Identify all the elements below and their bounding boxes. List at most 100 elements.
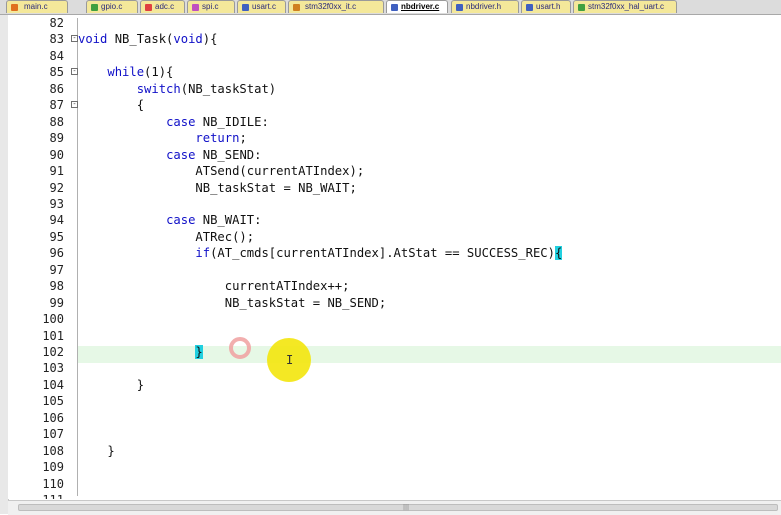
file-icon	[145, 4, 152, 11]
code-line[interactable]: 84	[8, 48, 781, 64]
code-text: ATSend(currentATIndex);	[78, 164, 365, 179]
line-number: 90	[49, 147, 64, 162]
line-number: 86	[49, 81, 64, 96]
code-text: NB_taskStat = NB_WAIT;	[78, 180, 357, 195]
horizontal-scrollbar[interactable]: |||	[8, 500, 781, 515]
code-line[interactable]: 100	[8, 311, 781, 327]
line-number: 83	[49, 32, 64, 47]
tab-usart-h[interactable]: usart.h	[521, 0, 571, 13]
line-number: 91	[49, 164, 64, 179]
text-cursor-icon: I	[286, 353, 294, 367]
code-line[interactable]: 99 NB_taskStat = NB_SEND;	[8, 295, 781, 311]
file-icon	[391, 4, 398, 11]
tab-label: stm32f0xx_it.c	[305, 2, 357, 11]
code-text: }	[78, 377, 145, 392]
code-text: }	[78, 344, 203, 360]
line-number: 99	[49, 295, 64, 310]
code-line[interactable]: 111	[8, 492, 781, 499]
tab-label: usart.c	[252, 2, 277, 11]
code-line[interactable]: 85- while(1){	[8, 64, 781, 80]
click-indicator-icon	[229, 337, 251, 359]
fold-toggle-icon[interactable]: -	[71, 35, 78, 43]
file-icon	[11, 4, 18, 11]
code-line[interactable]: 86 switch(NB_taskStat)	[8, 81, 781, 97]
fold-toggle-icon[interactable]: -	[71, 101, 78, 109]
tab-stm32f0xx-hal-uart-c[interactable]: stm32f0xx_hal_uart.c	[573, 0, 677, 13]
code-line[interactable]: 98 currentATIndex++;	[8, 278, 781, 294]
code-line[interactable]: 93	[8, 196, 781, 212]
code-line[interactable]: 95 ATRec();	[8, 229, 781, 245]
tab-label: usart.h	[536, 2, 561, 11]
line-number: 108	[42, 443, 64, 458]
tab-main-c[interactable]: main.c	[6, 0, 68, 13]
line-number: 96	[49, 246, 64, 261]
code-line[interactable]: 101	[8, 328, 781, 344]
line-number: 102	[42, 345, 64, 359]
tab-stm32f0xx-it-c[interactable]: stm32f0xx_it.c	[288, 0, 384, 13]
tab-usart-c[interactable]: usart.c	[237, 0, 286, 13]
tab-label: adc.c	[155, 2, 175, 11]
line-number: 105	[42, 394, 64, 409]
code-line[interactable]: 87- {	[8, 97, 781, 113]
line-number: 95	[49, 229, 64, 244]
line-number: 84	[49, 48, 64, 63]
code-text: case NB_IDILE:	[166, 114, 269, 129]
file-icon	[456, 4, 463, 11]
scrollbar-grip-icon: |||	[403, 504, 410, 511]
code-line[interactable]: 92 NB_taskStat = NB_WAIT;	[8, 180, 781, 196]
code-line[interactable]: 110	[8, 476, 781, 492]
line-number: 89	[49, 131, 64, 146]
tab-label: nbdriver.h	[466, 2, 502, 11]
fold-toggle-icon[interactable]: -	[71, 68, 78, 76]
tab-gpio-c[interactable]: gpio.c	[86, 0, 138, 13]
tab-spi-c[interactable]: spi.c	[187, 0, 235, 13]
line-number: 106	[42, 410, 64, 425]
line-number: 85	[49, 65, 64, 80]
code-line[interactable]: 91 ATSend(currentATIndex);	[8, 163, 781, 179]
code-line[interactable]: 106	[8, 410, 781, 426]
line-number: 98	[49, 279, 64, 294]
code-text: case NB_WAIT:	[166, 213, 262, 228]
matched-brace: }	[195, 345, 203, 359]
line-number: 88	[49, 114, 64, 129]
code-text: switch(NB_taskStat)	[136, 81, 277, 96]
tab-adc-c[interactable]: adc.c	[140, 0, 185, 13]
code-line[interactable]: 97	[8, 262, 781, 278]
code-line[interactable]: 103	[8, 360, 781, 376]
code-line[interactable]: 104 }	[8, 377, 781, 393]
file-icon	[91, 4, 98, 11]
code-line[interactable]: 82	[8, 15, 781, 31]
file-icon	[242, 4, 249, 11]
line-number: 110	[42, 476, 64, 491]
code-line[interactable]: 83- void NB_Task(void){	[8, 31, 781, 47]
tab-nbdriver-c[interactable]: nbdriver.c	[386, 0, 448, 13]
code-text: if(AT_cmds[currentATIndex].AtStat == SUC…	[195, 246, 563, 261]
line-number: 93	[49, 196, 64, 211]
file-tab-bar: main.c gpio.c adc.c spi.c usart.c stm32f0xx_i…	[0, 0, 781, 15]
code-line[interactable]: 89 return;	[8, 130, 781, 146]
code-line[interactable]: 108 }	[8, 443, 781, 459]
line-number: 103	[42, 361, 64, 376]
matched-brace: {	[554, 246, 563, 261]
code-line[interactable]: 90 case NB_SEND:	[8, 147, 781, 163]
tab-label: stm32f0xx_hal_uart.c	[588, 2, 665, 11]
code-line[interactable]: 88 case NB_IDILE:	[8, 114, 781, 130]
scrollbar-thumb[interactable]	[18, 504, 778, 511]
code-line[interactable]: 107	[8, 426, 781, 442]
code-text: currentATIndex++;	[78, 279, 350, 294]
line-number: 97	[49, 262, 64, 277]
tab-label: gpio.c	[101, 2, 123, 11]
code-line[interactable]: 102 }	[8, 344, 781, 360]
code-line[interactable]: 105	[8, 393, 781, 409]
code-line[interactable]: 109	[8, 459, 781, 475]
file-icon	[526, 4, 533, 11]
code-text: {	[78, 98, 145, 113]
code-text: return;	[195, 131, 247, 146]
code-line[interactable]: 96 if(AT_cmds[currentATIndex].AtStat == …	[8, 245, 781, 261]
code-text: }	[78, 443, 115, 458]
tab-nbdriver-h[interactable]: nbdriver.h	[451, 0, 519, 13]
code-editor[interactable]: 82 83- void NB_Task(void){84 85- while(1){8…	[8, 15, 781, 499]
line-number: 109	[42, 460, 64, 475]
code-line[interactable]: 94 case NB_WAIT:	[8, 212, 781, 228]
tab-label: spi.c	[202, 2, 219, 11]
